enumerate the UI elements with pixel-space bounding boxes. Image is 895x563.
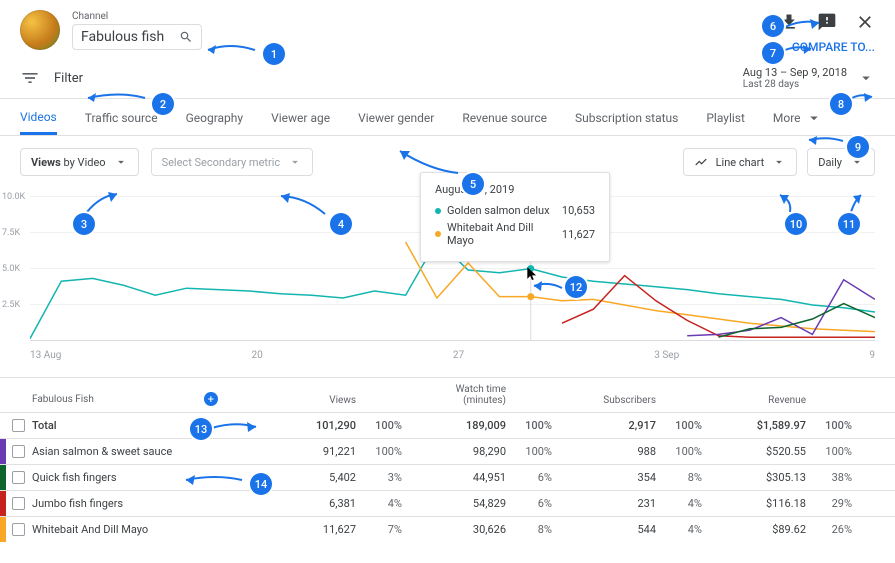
chevron-down-icon: [772, 155, 786, 169]
header-bar: Channel Fabulous fish COMPARE TO...: [0, 0, 895, 58]
y-tick: 2.5K: [2, 300, 20, 310]
row-color-strip: [0, 439, 6, 464]
filter-label[interactable]: Filter: [54, 71, 83, 86]
tab-geography[interactable]: Geography: [186, 101, 244, 133]
row-checkbox[interactable]: [12, 497, 25, 510]
col-header-subscribers[interactable]: Subscribers: [552, 395, 702, 406]
row-title: Asian salmon & sweet sauce: [32, 445, 252, 458]
legend-dot: [435, 208, 441, 214]
channel-search-box[interactable]: Fabulous fish: [72, 24, 202, 50]
channel-label: Channel: [72, 11, 202, 22]
y-tick: 10.0K: [2, 192, 25, 202]
annotation-callout: 5: [462, 173, 484, 195]
annotation-callout: 9: [847, 136, 869, 158]
row-color-strip: [0, 413, 6, 438]
annotation-callout: 12: [565, 276, 587, 298]
chart-tooltip: August 29, 2019 Golden salmon delux 10,6…: [420, 172, 610, 262]
tab-subscription-status[interactable]: Subscription status: [575, 101, 678, 133]
chevron-down-icon[interactable]: [857, 69, 875, 87]
annotation-callout: 10: [785, 213, 807, 235]
tab-videos[interactable]: Videos: [20, 100, 57, 135]
table-row[interactable]: Quick fish fingers5,4023%44,9516%3548%$3…: [0, 464, 895, 490]
row-checkbox[interactable]: [12, 445, 25, 458]
channel-search-group: Channel Fabulous fish: [72, 11, 202, 50]
x-axis: 13 Aug 20 27 3 Sep 9: [30, 350, 875, 361]
row-color-strip: [0, 517, 6, 542]
table-row[interactable]: Asian salmon & sweet sauce91,221100%98,2…: [0, 438, 895, 464]
row-title: Whitebait And Dill Mayo: [32, 523, 252, 536]
tab-viewer-age[interactable]: Viewer age: [271, 101, 330, 133]
annotation-callout: 8: [830, 93, 852, 115]
secondary-metric-dropdown[interactable]: Select Secondary metric: [151, 148, 314, 176]
annotation-callout: 11: [838, 213, 860, 235]
channel-avatar[interactable]: [20, 10, 60, 50]
col-header-watchtime[interactable]: Watch time (minutes): [402, 384, 552, 406]
table-row[interactable]: Total101,290100%189,009100%2,917100%$1,5…: [0, 412, 895, 438]
annotation-callout: 7: [762, 42, 784, 64]
table-header: Fabulous Fish + Views Watch time (minute…: [0, 377, 895, 412]
line-chart[interactable]: 10.0K 7.5K 5.0K 2.5K 13 Aug 20 27 3 Sep …: [0, 186, 895, 361]
chevron-down-icon: [114, 155, 128, 169]
row-checkbox[interactable]: [12, 523, 25, 536]
legend-dot: [435, 231, 441, 237]
annotation-callout: 13: [190, 418, 212, 440]
y-tick: 7.5K: [2, 228, 20, 238]
annotation-callout: 6: [762, 15, 784, 37]
row-title: Jumbo fish fingers: [32, 497, 252, 510]
chevron-down-icon: [288, 155, 302, 169]
y-tick: 5.0K: [2, 264, 20, 274]
table-row[interactable]: Jumbo fish fingers6,3814%54,8296%2314%$1…: [0, 490, 895, 516]
primary-metric-dropdown[interactable]: Views by Video: [20, 148, 139, 176]
date-range-picker[interactable]: Aug 13 – Sep 9, 2018 Last 28 days: [743, 66, 875, 90]
row-color-strip: [0, 491, 6, 516]
search-icon[interactable]: [179, 30, 193, 44]
annotation-callout: 3: [73, 213, 95, 235]
table-title-header: Fabulous Fish: [32, 394, 94, 405]
chevron-down-icon: [805, 109, 823, 127]
col-header-views[interactable]: Views: [252, 395, 402, 406]
annotation-callout: 4: [330, 213, 352, 235]
channel-search-value: Fabulous fish: [81, 29, 179, 45]
annotation-callout: 14: [250, 473, 272, 495]
chart-type-dropdown[interactable]: Line chart: [683, 148, 798, 176]
date-range-text: Aug 13 – Sep 9, 2018: [743, 66, 847, 79]
add-column-button[interactable]: +: [204, 392, 218, 406]
row-checkbox[interactable]: [12, 471, 25, 484]
annotation-callout: 2: [152, 93, 174, 115]
close-icon[interactable]: [855, 12, 875, 32]
col-header-revenue[interactable]: Revenue: [702, 395, 852, 406]
data-table: Fabulous Fish + Views Watch time (minute…: [0, 377, 895, 542]
annotation-callout: 1: [263, 43, 285, 65]
tab-playlist[interactable]: Playlist: [706, 101, 745, 133]
date-preset-text: Last 28 days: [743, 79, 847, 90]
row-checkbox[interactable]: [12, 419, 25, 432]
tab-revenue-source[interactable]: Revenue source: [462, 101, 547, 133]
tab-viewer-gender[interactable]: Viewer gender: [358, 101, 434, 133]
table-row[interactable]: Whitebait And Dill Mayo11,6277%30,6268%5…: [0, 516, 895, 542]
filter-icon[interactable]: [20, 68, 40, 88]
line-chart-icon: [694, 155, 708, 169]
tab-more[interactable]: More: [773, 99, 823, 135]
row-color-strip: [0, 465, 6, 490]
